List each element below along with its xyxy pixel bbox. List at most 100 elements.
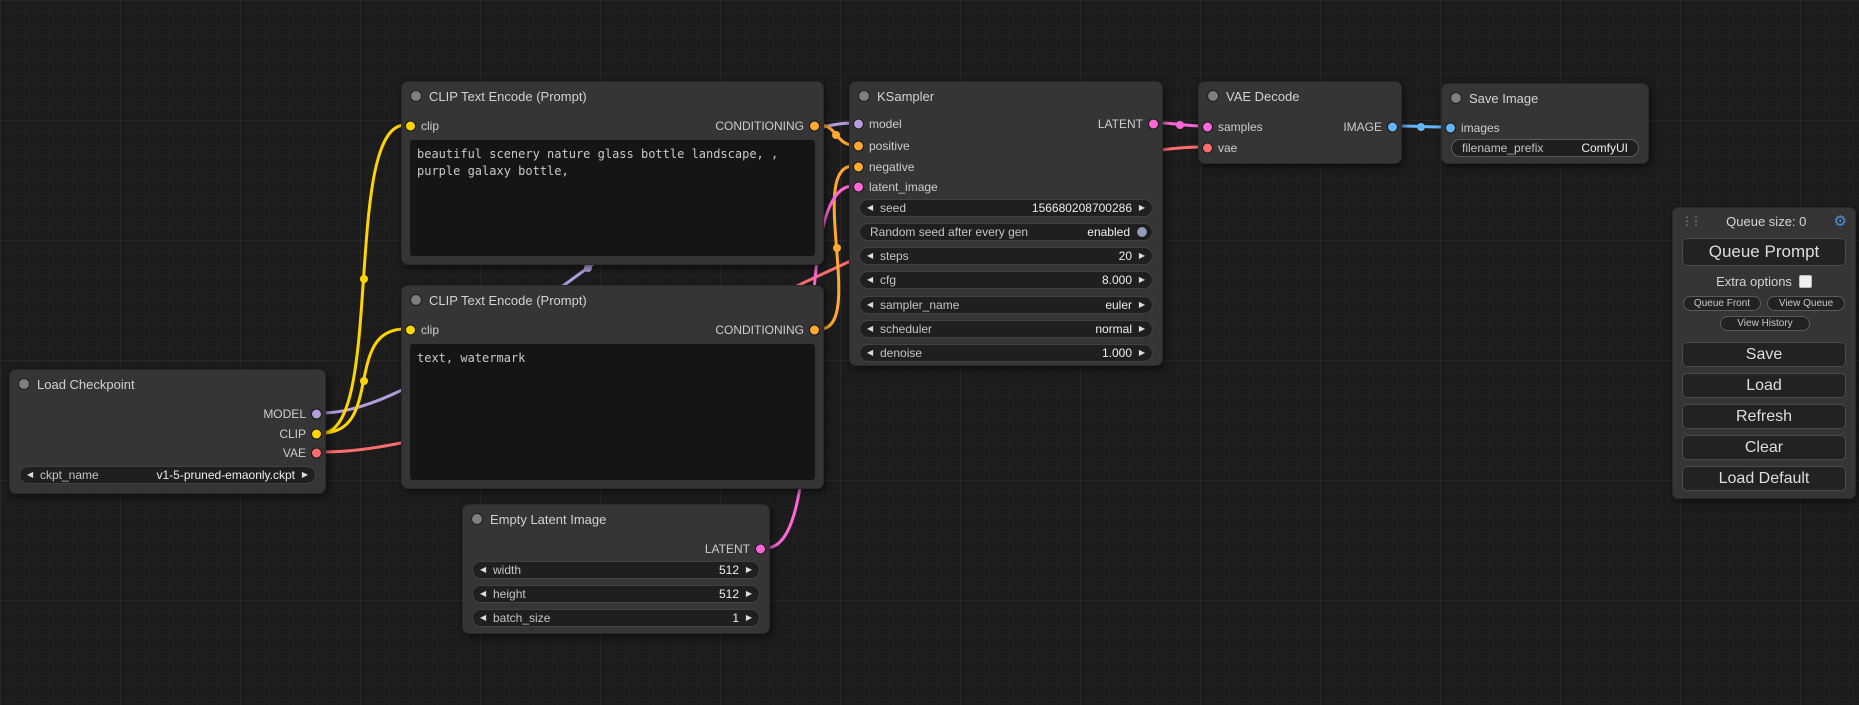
arrow-left-icon[interactable]: ◀ — [867, 204, 873, 212]
view-history-button[interactable]: View History — [1720, 316, 1810, 331]
collapse-dot[interactable] — [411, 295, 421, 305]
arrow-left-icon[interactable]: ◀ — [867, 301, 873, 309]
arrow-right-icon[interactable]: ▶ — [746, 566, 752, 574]
input-port-images[interactable] — [1446, 124, 1455, 133]
arrow-left-icon[interactable]: ◀ — [867, 276, 873, 284]
widget-random-seed-toggle[interactable]: Random seed after every gen enabled — [859, 223, 1153, 241]
node-title: KSampler — [877, 89, 934, 104]
arrow-left-icon[interactable]: ◀ — [27, 471, 33, 479]
prompt-text-input[interactable]: text, watermark — [410, 344, 815, 480]
widget-steps[interactable]: ◀ steps 20 ▶ — [859, 247, 1153, 265]
extra-options-checkbox[interactable] — [1799, 275, 1812, 288]
input-port-model[interactable] — [854, 120, 863, 129]
node-load-checkpoint[interactable]: Load Checkpoint MODEL CLIP VAE ◀ ckpt_na… — [9, 369, 326, 494]
input-port-positive[interactable] — [854, 142, 863, 151]
widget-height[interactable]: ◀ height 512 ▶ — [472, 585, 760, 603]
clear-button[interactable]: Clear — [1682, 435, 1846, 460]
arrow-left-icon[interactable]: ◀ — [867, 349, 873, 357]
arrow-right-icon[interactable]: ▶ — [746, 614, 752, 622]
input-port-clip[interactable] — [406, 122, 415, 131]
arrow-left-icon[interactable]: ◀ — [480, 590, 486, 598]
node-empty-latent-image[interactable]: Empty Latent Image LATENT ◀ width 512 ▶ … — [462, 504, 770, 634]
node-header[interactable]: VAE Decode — [1199, 82, 1401, 110]
output-label-conditioning: CONDITIONING — [715, 323, 804, 337]
queue-panel-header[interactable]: ⋮⋮ Queue size: 0 ⚙ — [1673, 208, 1855, 234]
input-label-samples: samples — [1218, 120, 1263, 134]
arrow-left-icon[interactable]: ◀ — [867, 252, 873, 260]
queue-prompt-button[interactable]: Queue Prompt — [1682, 238, 1846, 266]
output-port-latent[interactable] — [756, 545, 765, 554]
input-port-latent-image[interactable] — [854, 183, 863, 192]
arrow-right-icon[interactable]: ▶ — [302, 471, 308, 479]
collapse-dot[interactable] — [859, 91, 869, 101]
view-queue-button[interactable]: View Queue — [1767, 296, 1845, 311]
collapse-dot[interactable] — [472, 514, 482, 524]
node-clip-text-encode-negative[interactable]: CLIP Text Encode (Prompt) clip CONDITION… — [401, 285, 824, 489]
output-port-vae[interactable] — [312, 449, 321, 458]
arrow-left-icon[interactable]: ◀ — [480, 566, 486, 574]
output-label-vae: VAE — [283, 446, 306, 460]
node-header[interactable]: Load Checkpoint — [10, 370, 325, 398]
node-header[interactable]: KSampler — [850, 82, 1162, 110]
output-port-conditioning[interactable] — [810, 326, 819, 335]
toggle-dot[interactable] — [1137, 227, 1147, 237]
node-header[interactable]: Empty Latent Image — [463, 505, 769, 533]
widget-filename-prefix[interactable]: filename_prefix ComfyUI — [1451, 139, 1639, 157]
port-row: positive — [850, 136, 1162, 156]
node-clip-text-encode-positive[interactable]: CLIP Text Encode (Prompt) clip CONDITION… — [401, 81, 824, 265]
input-port-negative[interactable] — [854, 163, 863, 172]
input-port-vae[interactable] — [1203, 144, 1212, 153]
widget-width[interactable]: ◀ width 512 ▶ — [472, 561, 760, 579]
arrow-left-icon[interactable]: ◀ — [480, 614, 486, 622]
output-port-image[interactable] — [1388, 123, 1397, 132]
output-label-latent: LATENT — [705, 542, 750, 556]
collapse-dot[interactable] — [411, 91, 421, 101]
widget-value: euler — [1105, 298, 1132, 312]
input-port-samples[interactable] — [1203, 123, 1212, 132]
arrow-right-icon[interactable]: ▶ — [1139, 276, 1145, 284]
output-port-model[interactable] — [312, 410, 321, 419]
queue-panel[interactable]: ⋮⋮ Queue size: 0 ⚙ Queue Prompt Extra op… — [1672, 207, 1856, 499]
node-header[interactable]: CLIP Text Encode (Prompt) — [402, 286, 823, 314]
node-header[interactable]: Save Image — [1442, 84, 1648, 112]
arrow-right-icon[interactable]: ▶ — [1139, 325, 1145, 333]
wire-midpoint-dot — [1417, 123, 1425, 131]
widget-label: batch_size — [493, 611, 550, 625]
widget-ckpt-name[interactable]: ◀ ckpt_name v1-5-pruned-emaonly.ckpt ▶ — [19, 466, 316, 484]
arrow-right-icon[interactable]: ▶ — [1139, 349, 1145, 357]
arrow-left-icon[interactable]: ◀ — [867, 325, 873, 333]
widget-sampler-name[interactable]: ◀ sampler_name euler ▶ — [859, 296, 1153, 314]
queue-front-button[interactable]: Queue Front — [1683, 296, 1761, 311]
node-vae-decode[interactable]: VAE Decode samples IMAGE vae — [1198, 81, 1402, 164]
node-ksampler[interactable]: KSampler model LATENT positive negative … — [849, 81, 1163, 366]
port-row: clip CONDITIONING — [402, 320, 823, 340]
load-button[interactable]: Load — [1682, 373, 1846, 398]
output-port-latent[interactable] — [1149, 120, 1158, 129]
widget-value: enabled — [1087, 225, 1130, 239]
arrow-right-icon[interactable]: ▶ — [1139, 301, 1145, 309]
input-port-clip[interactable] — [406, 326, 415, 335]
arrow-right-icon[interactable]: ▶ — [1139, 204, 1145, 212]
prompt-text-input[interactable]: beautiful scenery nature glass bottle la… — [410, 140, 815, 256]
graph-canvas[interactable]: Load Checkpoint MODEL CLIP VAE ◀ ckpt_na… — [0, 0, 1859, 705]
arrow-right-icon[interactable]: ▶ — [1139, 252, 1145, 260]
output-port-clip[interactable] — [312, 430, 321, 439]
node-save-image[interactable]: Save Image images filename_prefix ComfyU… — [1441, 83, 1649, 164]
collapse-dot[interactable] — [19, 379, 29, 389]
widget-denoise[interactable]: ◀ denoise 1.000 ▶ — [859, 344, 1153, 362]
widget-scheduler[interactable]: ◀ scheduler normal ▶ — [859, 320, 1153, 338]
save-button[interactable]: Save — [1682, 342, 1846, 367]
widget-batch-size[interactable]: ◀ batch_size 1 ▶ — [472, 609, 760, 627]
load-default-button[interactable]: Load Default — [1682, 466, 1846, 491]
output-port-conditioning[interactable] — [810, 122, 819, 131]
collapse-dot[interactable] — [1208, 91, 1218, 101]
drag-handle-icon[interactable]: ⋮⋮ — [1681, 214, 1699, 228]
refresh-button[interactable]: Refresh — [1682, 404, 1846, 429]
node-header[interactable]: CLIP Text Encode (Prompt) — [402, 82, 823, 110]
arrow-right-icon[interactable]: ▶ — [746, 590, 752, 598]
gear-icon[interactable]: ⚙ — [1834, 214, 1847, 229]
widget-cfg[interactable]: ◀ cfg 8.000 ▶ — [859, 271, 1153, 289]
widget-seed[interactable]: ◀ seed 156680208700286 ▶ — [859, 199, 1153, 217]
collapse-dot[interactable] — [1451, 93, 1461, 103]
node-title: Empty Latent Image — [490, 512, 606, 527]
